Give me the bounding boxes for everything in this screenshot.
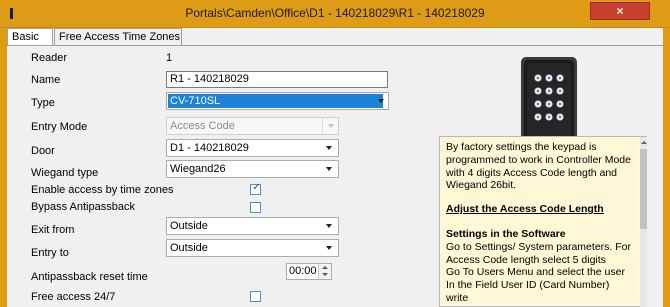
window-frame-left — [0, 28, 7, 307]
chevron-down-icon — [326, 224, 332, 228]
type-select[interactable]: CV-710SL — [166, 92, 389, 110]
wiegand-type-select[interactable]: Wiegand26 — [166, 160, 339, 178]
scroll-thumb[interactable] — [640, 149, 647, 229]
reader-value: 1 — [166, 52, 173, 64]
antipassback-reset-value: 00:00 — [289, 265, 317, 277]
tab-basic[interactable]: Basic — [7, 28, 53, 46]
name-input[interactable]: R1 - 140218029 — [166, 71, 388, 88]
exit-from-value: Outside — [170, 220, 208, 232]
entry-to-label: Entry to — [31, 247, 69, 259]
enable-access-checkbox[interactable]: ✓ — [250, 182, 261, 195]
free-access-label: Free access 24/7 — [31, 291, 116, 303]
entry-mode-select[interactable]: Access Code — [166, 117, 339, 135]
exit-from-select[interactable]: Outside — [166, 217, 339, 235]
keypad-reader-image — [521, 57, 577, 146]
door-value: D1 - 140218029 — [170, 142, 249, 154]
time-spinner[interactable] — [318, 264, 331, 279]
help-intro: By factory settings the keypad is progra… — [446, 141, 631, 192]
scroll-up-icon[interactable] — [641, 141, 647, 144]
help-line-3: In the Field User ID (Card Number) write — [446, 279, 610, 304]
chevron-down-icon — [326, 146, 332, 150]
entry-to-value: Outside — [170, 242, 208, 254]
help-info-box: By factory settings the keypad is progra… — [439, 136, 647, 307]
entry-mode-value: Access Code — [170, 120, 235, 132]
name-label: Name — [31, 74, 61, 86]
help-line-1: Go to Settings/ System parameters. For A… — [446, 240, 631, 266]
entry-mode-label: Entry Mode — [31, 121, 88, 133]
bypass-antipassback-checkbox[interactable] — [250, 202, 261, 213]
check-mark-icon: ✓ — [252, 182, 261, 193]
free-access-checkbox[interactable] — [250, 291, 261, 302]
exit-from-label: Exit from — [31, 224, 75, 236]
spin-up-icon[interactable] — [322, 266, 328, 269]
help-subheading: Settings in the Software — [446, 227, 566, 240]
enable-access-label: Enable access by time zones — [31, 184, 174, 196]
type-selected-value: CV-710SL — [168, 94, 383, 108]
help-text: By factory settings the keypad is progra… — [446, 141, 632, 305]
door-label: Door — [31, 145, 55, 157]
wiegand-type-label: Wiegand type — [31, 167, 99, 179]
spin-down-icon[interactable] — [322, 273, 328, 276]
reader-label: Reader — [31, 52, 68, 64]
help-scrollbar[interactable] — [640, 137, 647, 307]
wiegand-type-value: Wiegand26 — [170, 163, 226, 175]
title-bar: Portals\Camden\Office\D1 - 140218029\R1 … — [0, 0, 670, 28]
window-frame-right — [663, 28, 670, 307]
close-button[interactable]: × — [590, 2, 650, 20]
bypass-antipassback-label: Bypass Antipassback — [31, 201, 135, 213]
type-label: Type — [31, 97, 55, 109]
entry-to-select[interactable]: Outside — [166, 239, 339, 257]
antipassback-reset-label: Antipassback reset time — [31, 271, 148, 283]
help-line-2: Go To Users Menu and select the user — [446, 266, 625, 279]
chevron-down-icon — [322, 118, 338, 134]
antipassback-reset-time-input[interactable]: 00:00 — [286, 263, 332, 280]
help-heading: Adjust the Access Code Length — [446, 203, 604, 216]
window-title: Portals\Camden\Office\D1 - 140218029\R1 … — [185, 6, 485, 20]
door-select[interactable]: D1 - 140218029 — [166, 139, 339, 157]
chevron-down-icon — [326, 246, 332, 250]
tab-free-access-time-zones[interactable]: Free Access Time Zones — [54, 28, 182, 45]
chevron-down-icon — [378, 99, 384, 103]
chevron-down-icon — [326, 167, 332, 171]
